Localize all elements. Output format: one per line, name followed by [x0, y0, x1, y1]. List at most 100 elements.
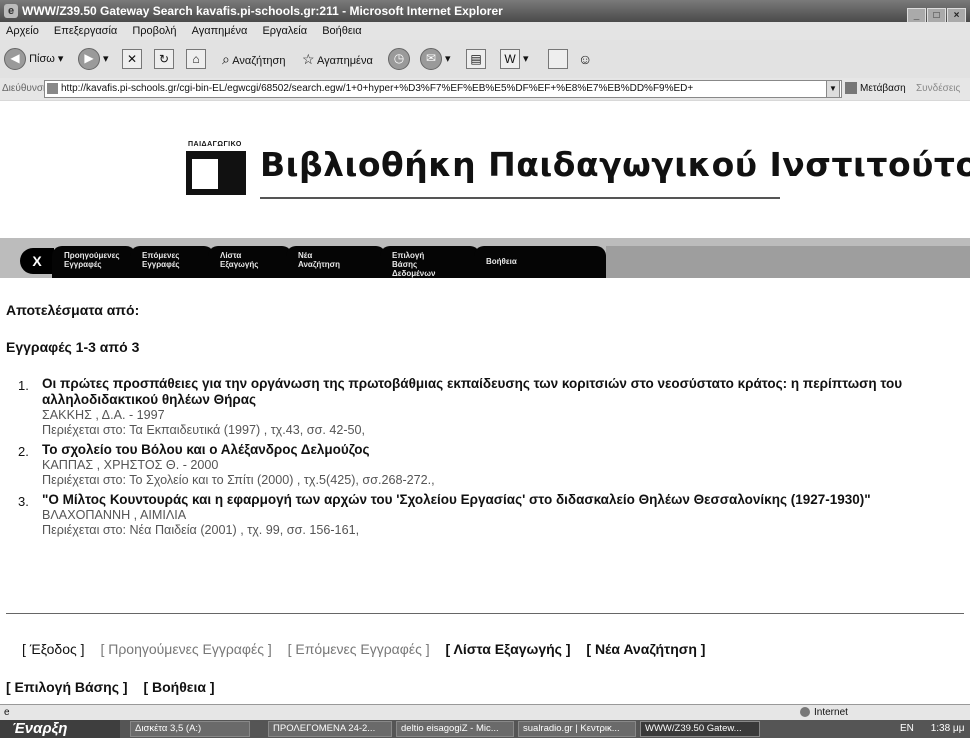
library-title: Βιβλιοθήκη Παιδαγωγικού Ινστιτούτου [260, 145, 970, 184]
menu-favorites[interactable]: Αγαπημένα [192, 25, 248, 37]
export-list-link[interactable]: [ Λίστα Εξαγωγής ] [446, 641, 571, 657]
status-bar: e Internet [0, 704, 970, 721]
taskbar-item-active[interactable]: WWW/Z39.50 Gatew... [640, 721, 760, 737]
menu-file[interactable]: Αρχείο [6, 25, 39, 37]
new-search-link[interactable]: [ Νέα Αναζήτηση ] [586, 641, 705, 657]
list-item: 3. "Ο Μίλτος Κουντουράς και η εφαρμογή τ… [18, 492, 958, 538]
security-zone: Internet [800, 705, 848, 721]
search-label: Αναζήτηση [232, 55, 286, 67]
toolbar: ◀ Πίσω ▾ ▶ ▾ ✕ ↻ ⌂ ⌕ Αναζήτηση ☆ Αγαπημέ… [0, 40, 970, 78]
result-title-link[interactable]: "Ο Μίλτος Κουντουράς και η εφαρμογή των … [42, 492, 958, 508]
home-button[interactable]: ⌂ [186, 48, 206, 70]
address-label: Διεύθυνση [2, 83, 49, 94]
result-source: Περιέχεται στο: Τα Εκπαιδευτικά (1997) ,… [42, 423, 366, 437]
tab-select-database[interactable]: Επιλογή Βάσης Δεδομένων [380, 246, 480, 278]
results-range: Εγγραφές 1-3 από 3 [6, 339, 140, 355]
refresh-icon: ↻ [154, 49, 174, 70]
stop-icon: ✕ [122, 49, 142, 70]
nav-filler [606, 246, 970, 278]
print-button[interactable]: ▤ [466, 48, 486, 70]
tab-new-search[interactable]: Νέα Αναζήτηση [286, 246, 386, 278]
mail-icon: ✉ [420, 48, 442, 71]
messenger-icon: ☺ [578, 51, 593, 67]
taskbar-item[interactable]: ΠΡΟΛΕΓΟΜΕΝΑ 24-2... [268, 721, 392, 737]
result-author: ΣΑΚΚΗΣ , Δ.Α. - 1997 [42, 408, 165, 422]
word-icon: W [500, 49, 520, 70]
menu-view[interactable]: Προβολή [132, 25, 176, 37]
library-header: ΠΑΙΔΑΓΩΓΙΚΟ Βιβλιοθήκη Παιδαγωγικού Ινστ… [184, 131, 970, 201]
bottom-nav: [ Έξοδος ] [ Προηγούμενες Εγγραφές ] [ Ε… [22, 641, 717, 657]
result-source: Περιέχεται στο: Το Σχολείο και το Σπίτι … [42, 473, 435, 487]
search-button[interactable]: ⌕ Αναζήτηση [222, 48, 285, 70]
print-icon: ▤ [466, 49, 486, 70]
forward-arrow-icon: ▶ [78, 48, 100, 71]
page-content: ΠΑΙΔΑΓΩΓΙΚΟ Βιβλιοθήκη Παιδαγωγικού Ινστ… [0, 101, 970, 704]
window-title: WWW/Z39.50 Gateway Search kavafis.pi-sch… [22, 4, 503, 18]
results-list: 1. Οι πρώτες προσπάθειες για την οργάνωσ… [18, 376, 958, 538]
divider [6, 613, 964, 614]
results-heading: Αποτελέσματα από: [6, 302, 140, 318]
back-label: Πίσω [29, 53, 55, 65]
start-button[interactable]: Έναρξη [0, 720, 120, 738]
zone-label: Internet [814, 707, 848, 718]
browser-window: e WWW/Z39.50 Gateway Search kavafis.pi-s… [0, 0, 970, 738]
result-number: 1. [18, 378, 29, 393]
refresh-button[interactable]: ↻ [154, 48, 174, 70]
star-icon: ☆ [302, 51, 315, 67]
result-title-link[interactable]: Οι πρώτες προσπάθειες για την οργάνωση τ… [42, 376, 958, 408]
mail-button[interactable]: ✉ ▾ [420, 48, 451, 71]
select-database-link[interactable]: [ Επιλογή Βάσης ] [6, 679, 128, 695]
taskbar-item[interactable]: sualradio.gr | Κεντρικ... [518, 721, 636, 737]
logo-text: ΠΑΙΔΑΓΩΓΙΚΟ [188, 141, 242, 148]
messenger-button[interactable]: ☺ [578, 48, 592, 70]
menu-edit[interactable]: Επεξεργασία [54, 25, 117, 37]
favorites-label: Αγαπημένα [317, 55, 373, 67]
links-button[interactable]: Συνδέσεις [916, 78, 960, 100]
go-label: Μετάβαση [860, 83, 906, 94]
result-title-link[interactable]: Το σχολείο του Βόλου και ο Αλέξανδρος Δε… [42, 442, 958, 458]
search-icon: ⌕ [222, 51, 230, 67]
clock: 1:38 μμ [930, 723, 965, 734]
page-status-icon: e [4, 707, 10, 718]
help-link[interactable]: [ Βοήθεια ] [143, 679, 214, 695]
history-icon: ◷ [388, 48, 410, 71]
exit-link[interactable]: [ Έξοδος ] [22, 641, 85, 657]
address-bar: Διεύθυνση http://kavafis.pi-schools.gr/c… [0, 78, 970, 100]
nav-close-button[interactable]: X [20, 248, 54, 274]
result-source: Περιέχεται στο: Νέα Παιδεία (2001) , τχ.… [42, 523, 360, 537]
home-icon: ⌂ [186, 49, 206, 70]
tab-export-list[interactable]: Λίστα Εξαγωγής [208, 246, 292, 278]
forward-button[interactable]: ▶ ▾ [78, 48, 109, 71]
language-indicator[interactable]: EN [900, 723, 914, 734]
tab-help[interactable]: Βοήθεια [474, 246, 606, 278]
list-item: 1. Οι πρώτες προσπάθειες για την οργάνωσ… [18, 376, 958, 438]
taskbar-item[interactable]: Δισκέτα 3,5 (A:) [130, 721, 250, 737]
menu-help[interactable]: Βοήθεια [322, 25, 361, 37]
title-bar: e WWW/Z39.50 Gateway Search kavafis.pi-s… [0, 0, 970, 25]
address-dropdown[interactable]: ▼ [826, 80, 840, 98]
result-author: ΚΑΠΠΑΣ , ΧΡΗΣΤΟΣ Θ. - 2000 [42, 458, 219, 472]
result-author: ΒΛΑΧΟΠΑΝΝΗ , ΑΙΜΙΛΙΑ [42, 508, 187, 522]
tab-next-records[interactable]: Επόμενες Εγγραφές [130, 246, 214, 278]
system-tray: EN 1:38 μμ [900, 720, 964, 738]
favorites-button[interactable]: ☆ Αγαπημένα [302, 48, 373, 70]
previous-records-link: [ Προηγούμενες Εγγραφές ] [100, 641, 272, 657]
ie-icon: e [4, 4, 18, 18]
go-button[interactable]: Μετάβαση [845, 78, 906, 100]
back-button[interactable]: ◀ Πίσω ▾ [4, 48, 63, 71]
globe-icon [800, 707, 810, 718]
list-item: 2. Το σχολείο του Βόλου και ο Αλέξανδρος… [18, 442, 958, 488]
taskbar-item[interactable]: deltio eisagogiZ - Mic... [396, 721, 514, 737]
stop-button[interactable]: ✕ [122, 48, 142, 70]
tab-previous-records[interactable]: Προηγούμενες Εγγραφές [52, 246, 136, 278]
menu-tools[interactable]: Εργαλεία [262, 25, 307, 37]
edit-button[interactable]: W ▾ [500, 48, 529, 70]
discuss-button[interactable] [548, 48, 568, 70]
page-icon [47, 83, 58, 94]
institute-logo: ΠΑΙΔΑΓΩΓΙΚΟ [184, 141, 250, 199]
history-button[interactable]: ◷ [388, 48, 410, 71]
menu-bar: Αρχείο Επεξεργασία Προβολή Αγαπημένα Εργ… [0, 22, 970, 40]
address-url: http://kavafis.pi-schools.gr/cgi-bin-EL/… [61, 83, 694, 94]
result-number: 3. [18, 494, 29, 509]
address-input[interactable]: http://kavafis.pi-schools.gr/cgi-bin-EL/… [44, 80, 842, 98]
